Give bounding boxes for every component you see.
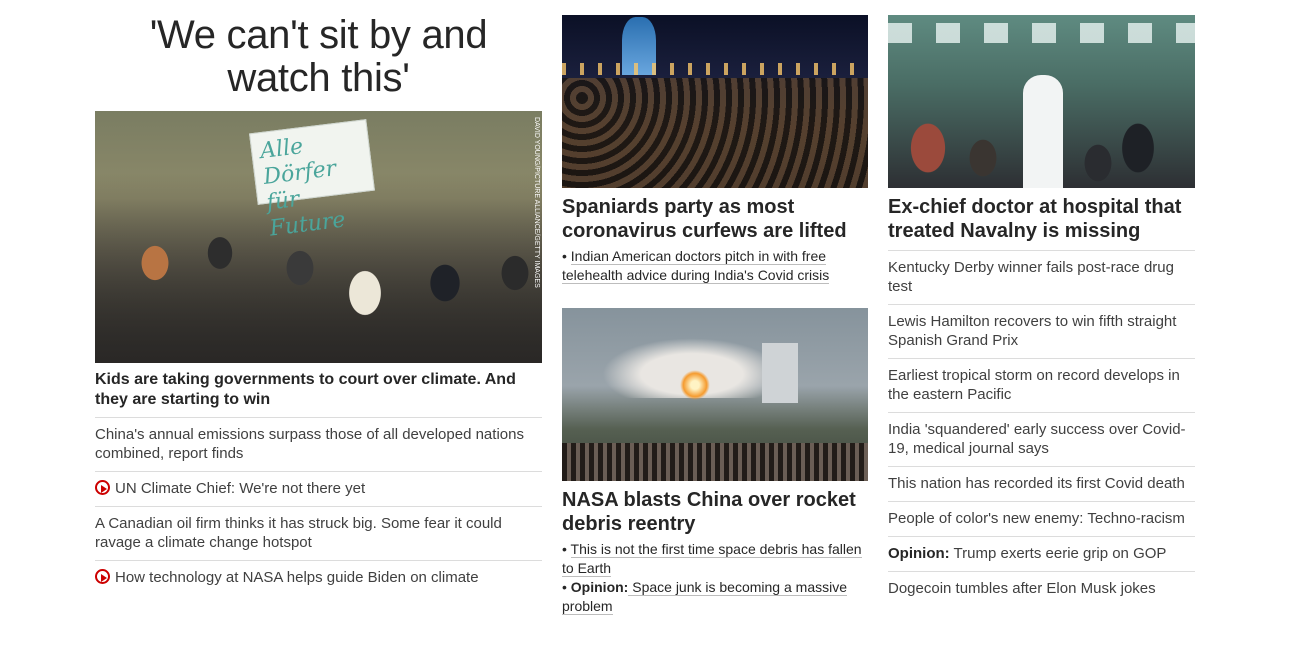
list-item[interactable]: People of color's new enemy: Techno-raci…: [888, 501, 1195, 536]
list-item[interactable]: Opinion: Trump exerts eerie grip on GOP: [888, 536, 1195, 571]
list-item[interactable]: Earliest tropical storm on record develo…: [888, 358, 1195, 412]
list-item-text[interactable]: Dogecoin tumbles after Elon Musk jokes: [888, 580, 1156, 597]
left-story-list: China's annual emissions surpass those o…: [95, 417, 542, 595]
list-item-text[interactable]: China's annual emissions surpass those o…: [95, 426, 524, 462]
spain-related-links: • Indian American doctors pitch in with …: [562, 247, 868, 285]
list-item[interactable]: Kentucky Derby winner fails post-race dr…: [888, 250, 1195, 304]
nasa-related-links: • This is not the first time space debri…: [562, 540, 868, 616]
bullet: •: [562, 248, 571, 264]
launch-tower: [762, 343, 798, 403]
bullet: •: [562, 579, 571, 595]
list-item[interactable]: India 'squandered' early success over Co…: [888, 412, 1195, 466]
navalny-story-title[interactable]: Ex-chief doctor at hospital that treated…: [888, 195, 1195, 243]
related-link-text[interactable]: Indian American doctors pitch in with fr…: [562, 248, 830, 284]
night-crowd: [562, 78, 868, 188]
ceiling-lamps: [888, 23, 1195, 43]
list-item[interactable]: This nation has recorded its first Covid…: [888, 466, 1195, 501]
list-item-text[interactable]: A Canadian oil firm thinks it has struck…: [95, 515, 502, 551]
right-story-list: Kentucky Derby winner fails post-race dr…: [888, 250, 1195, 606]
list-item[interactable]: UN Climate Chief: We're not there yet: [95, 471, 542, 506]
image-credit: DAVID YOUNG/PICTURE ALLIANCE/GETTY IMAGE…: [533, 117, 540, 288]
list-item[interactable]: China's annual emissions surpass those o…: [95, 417, 542, 471]
protest-sign: Alle Dörfer für Future: [249, 119, 375, 242]
protest-crowd: [95, 173, 542, 363]
related-link[interactable]: • Opinion: Space junk is becoming a mass…: [562, 578, 868, 616]
hero-image-climate-protest[interactable]: Alle Dörfer für Future DAVID YOUNG/PICTU…: [95, 111, 542, 363]
list-item-text[interactable]: Lewis Hamilton recovers to win fifth str…: [888, 313, 1176, 349]
play-video-icon: [95, 480, 110, 495]
list-item-text[interactable]: Earliest tropical storm on record develo…: [888, 367, 1180, 403]
list-item[interactable]: A Canadian oil firm thinks it has struck…: [95, 506, 542, 560]
rocket-launch-image[interactable]: [562, 308, 868, 481]
spain-story-title[interactable]: Spaniards party as most coronavirus curf…: [562, 195, 868, 243]
list-item-text[interactable]: Trump exerts eerie grip on GOP: [950, 545, 1167, 562]
list-item-text[interactable]: UN Climate Chief: We're not there yet: [115, 480, 365, 497]
navalny-doctor-image[interactable]: [888, 15, 1195, 188]
featured-headline[interactable]: 'We can't sit by and watch this': [95, 14, 542, 100]
list-item-text[interactable]: Kentucky Derby winner fails post-race dr…: [888, 259, 1174, 295]
list-item[interactable]: How technology at NASA helps guide Biden…: [95, 560, 542, 595]
list-item[interactable]: Dogecoin tumbles after Elon Musk jokes: [888, 571, 1195, 606]
related-link[interactable]: • This is not the first time space debri…: [562, 540, 868, 578]
related-link-text[interactable]: This is not the first time space debris …: [562, 541, 862, 577]
hero-story-title[interactable]: Kids are taking governments to court ove…: [95, 370, 542, 410]
list-item-text[interactable]: People of color's new enemy: Techno-raci…: [888, 510, 1185, 527]
opinion-label: Opinion:: [570, 579, 629, 595]
bullet: •: [562, 541, 571, 557]
nasa-story-title[interactable]: NASA blasts China over rocket debris ree…: [562, 488, 868, 536]
opinion-label: Opinion:: [888, 545, 950, 562]
spain-party-image[interactable]: [562, 15, 868, 188]
spectator-crowd: [562, 443, 868, 481]
list-item-text[interactable]: This nation has recorded its first Covid…: [888, 475, 1185, 492]
list-item-text[interactable]: How technology at NASA helps guide Biden…: [115, 569, 479, 586]
related-link[interactable]: • Indian American doctors pitch in with …: [562, 247, 868, 285]
city-lights: [562, 63, 868, 75]
launch-fire: [680, 370, 710, 400]
play-video-icon: [95, 569, 110, 584]
doctor-figure: [1023, 75, 1063, 188]
list-item-text[interactable]: India 'squandered' early success over Co…: [888, 421, 1186, 457]
list-item[interactable]: Lewis Hamilton recovers to win fifth str…: [888, 304, 1195, 358]
